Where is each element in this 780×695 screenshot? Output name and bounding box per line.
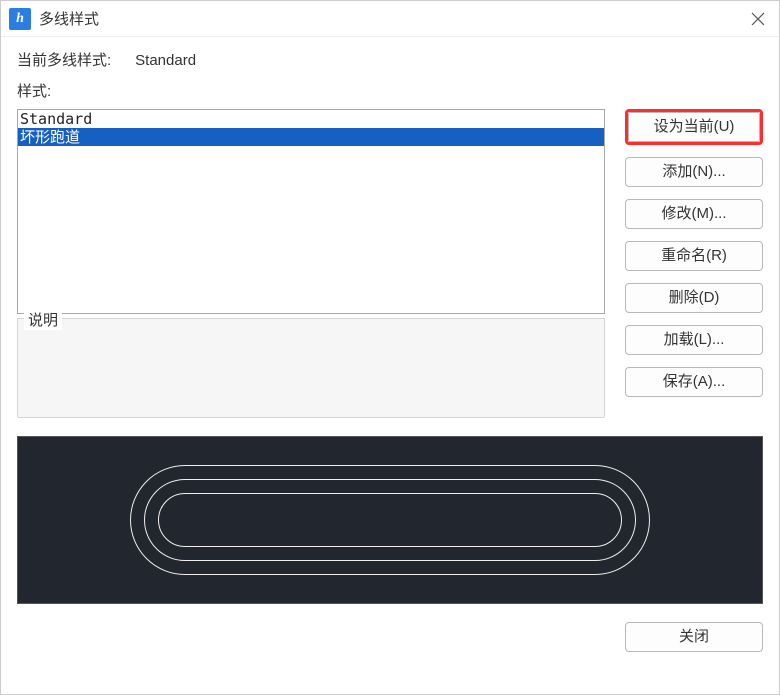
- current-style-label: 当前多线样式:: [17, 49, 111, 70]
- rename-button[interactable]: 重命名(R): [625, 241, 763, 271]
- list-item[interactable]: 坏形跑道: [18, 128, 604, 146]
- styles-listbox[interactable]: Standard坏形跑道: [17, 109, 605, 314]
- dialog-window: h 多线样式 当前多线样式: Standard 样式: Standard坏形跑道…: [0, 0, 780, 695]
- add-button[interactable]: 添加(N)...: [625, 157, 763, 187]
- app-icon: h: [9, 8, 31, 30]
- dialog-title: 多线样式: [39, 8, 745, 29]
- list-item[interactable]: Standard: [18, 110, 604, 128]
- preview-graphic: [130, 465, 650, 575]
- modify-button[interactable]: 修改(M)...: [625, 199, 763, 229]
- set-current-button[interactable]: 设为当前(U): [628, 112, 760, 142]
- delete-button[interactable]: 删除(D): [625, 283, 763, 313]
- preview-panel: [17, 436, 763, 604]
- load-button[interactable]: 加载(L)...: [625, 325, 763, 355]
- current-style-value: Standard: [135, 52, 196, 69]
- close-button[interactable]: 关闭: [625, 622, 763, 652]
- set-current-highlight: 设为当前(U): [625, 109, 763, 145]
- styles-label: 样式:: [17, 80, 763, 101]
- save-button[interactable]: 保存(A)...: [625, 367, 763, 397]
- left-column: Standard坏形跑道 说明: [17, 109, 605, 418]
- dialog-body: 当前多线样式: Standard 样式: Standard坏形跑道 说明 设为当…: [1, 37, 779, 694]
- footer-row: 关闭: [17, 622, 763, 652]
- close-icon[interactable]: [745, 6, 771, 32]
- current-style-row: 当前多线样式: Standard: [17, 49, 763, 70]
- right-button-column: 设为当前(U) 添加(N)... 修改(M)... 重命名(R) 删除(D) 加…: [625, 109, 763, 397]
- description-group: 说明: [17, 318, 605, 418]
- titlebar: h 多线样式: [1, 1, 779, 37]
- main-row: Standard坏形跑道 说明 设为当前(U) 添加(N)... 修改(M)..…: [17, 109, 763, 418]
- description-label: 说明: [24, 309, 62, 330]
